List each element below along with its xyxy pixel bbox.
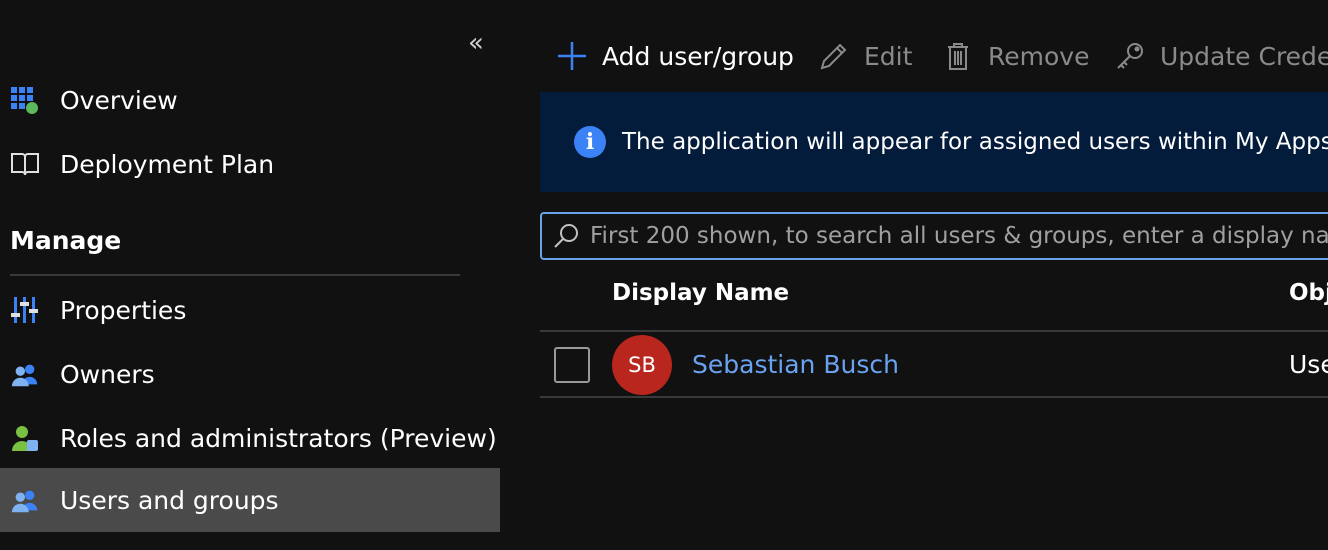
sidebar-item-label: Overview xyxy=(60,85,178,115)
sidebar-item-owners[interactable]: Owners xyxy=(0,342,500,406)
info-banner: i The application will appear for assign… xyxy=(540,92,1328,192)
sliders-icon xyxy=(10,295,40,325)
main-content: Add user/group Edit Remove Update Crede … xyxy=(540,0,1328,550)
section-divider xyxy=(10,274,460,276)
object-type-cell: Use xyxy=(1289,350,1328,379)
plus-icon xyxy=(554,38,590,74)
sidebar-item-label: Users and groups xyxy=(60,485,279,515)
info-icon: i xyxy=(574,126,606,158)
app-root: « Overview Deployment Plan Manage Proper… xyxy=(0,0,1328,550)
edit-button[interactable]: Edit xyxy=(816,26,912,86)
remove-button[interactable]: Remove xyxy=(940,26,1089,86)
column-header-display-name[interactable]: Display Name xyxy=(612,280,789,306)
book-icon xyxy=(10,149,40,179)
info-banner-text: The application will appear for assigned… xyxy=(622,129,1328,155)
table-row[interactable]: SB Sebastian Busch Use xyxy=(540,332,1328,396)
sidebar: « Overview Deployment Plan Manage Proper… xyxy=(0,0,500,550)
remove-label: Remove xyxy=(988,41,1090,71)
double-chevron-left-icon: « xyxy=(468,28,484,58)
people-icon xyxy=(10,485,40,515)
sidebar-item-label: Roles and administrators (Preview) xyxy=(60,423,497,453)
user-display-name-link[interactable]: Sebastian Busch xyxy=(692,350,899,379)
sidebar-item-label: Owners xyxy=(60,359,155,389)
add-user-group-button[interactable]: Add user/group xyxy=(554,26,794,86)
row-checkbox[interactable] xyxy=(554,347,590,383)
pencil-icon xyxy=(816,38,852,74)
sidebar-item-roles-and-administrators[interactable]: Roles and administrators (Preview) xyxy=(0,406,500,470)
sidebar-item-label: Properties xyxy=(60,295,187,325)
people-icon xyxy=(10,359,40,389)
sidebar-item-users-and-groups[interactable]: Users and groups xyxy=(0,468,500,532)
sidebar-item-deployment-plan[interactable]: Deployment Plan xyxy=(0,132,500,196)
update-credentials-button[interactable]: Update Creden xyxy=(1112,26,1328,86)
section-heading-manage: Manage xyxy=(10,226,122,255)
sidebar-item-properties[interactable]: Properties xyxy=(0,278,500,342)
search-input[interactable] xyxy=(590,214,1328,258)
avatar: SB xyxy=(612,335,672,395)
command-bar: Add user/group Edit Remove Update Crede xyxy=(540,26,1328,86)
grid-globe-icon xyxy=(10,85,40,115)
collapse-sidebar-button[interactable]: « xyxy=(462,28,490,58)
add-user-group-label: Add user/group xyxy=(602,41,794,71)
edit-label: Edit xyxy=(864,41,913,71)
search-icon xyxy=(552,222,580,250)
person-role-icon xyxy=(10,423,40,453)
sidebar-item-overview[interactable]: Overview xyxy=(0,68,500,132)
table-row-divider xyxy=(540,396,1328,398)
column-header-object-type[interactable]: Obj xyxy=(1289,280,1328,306)
sidebar-item-label: Deployment Plan xyxy=(60,149,275,179)
key-icon xyxy=(1112,38,1148,74)
search-box xyxy=(540,212,1328,260)
trash-icon xyxy=(940,38,976,74)
update-credentials-label: Update Creden xyxy=(1160,41,1328,71)
